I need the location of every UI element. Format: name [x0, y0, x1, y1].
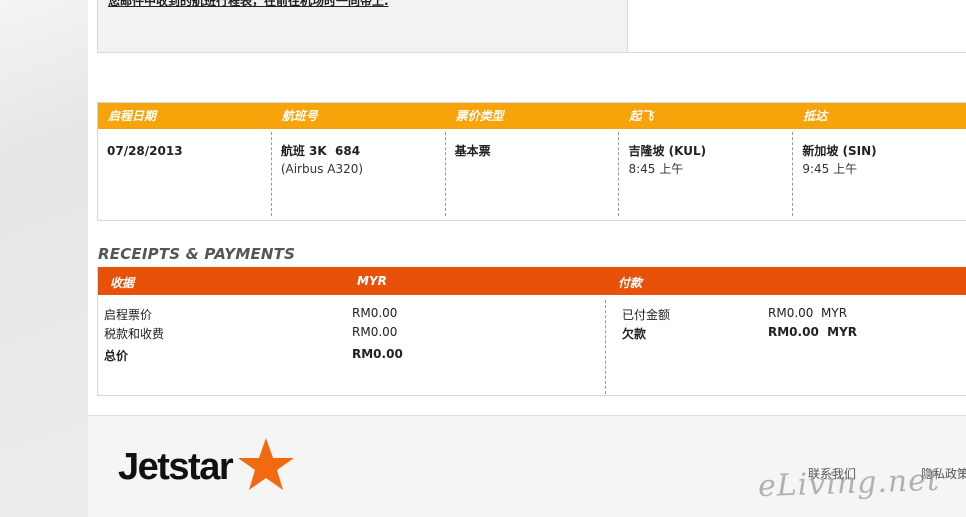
- notice-link[interactable]: 您邮件中收到的航班行程表，在前往机场时一同带上.: [108, 0, 389, 8]
- depart-city: 吉隆坡 (KUL): [628, 144, 707, 158]
- header-arrive: 抵达: [803, 109, 828, 123]
- notice-box: 您邮件中收到的航班行程表，在前往机场时一同带上.: [97, 0, 628, 53]
- due-label: 欠款: [622, 327, 647, 341]
- fare-type: 基本票: [454, 144, 491, 158]
- header-payments: 付款: [618, 276, 643, 290]
- depart-time: 8:45 上午: [628, 162, 684, 176]
- cell-flight: 航班 3K 684 (Airbus A320): [272, 132, 446, 216]
- base-fare-value: RM0.00: [352, 306, 398, 320]
- cell-date: 07/28/2013: [98, 132, 272, 216]
- arrive-city: 新加坡 (SIN): [802, 144, 877, 158]
- cell-fare: 基本票: [446, 132, 620, 216]
- header-receipts: 收据: [110, 276, 135, 290]
- header-fare-type: 票价类型: [455, 109, 504, 123]
- paid-label: 已付金额: [622, 308, 671, 322]
- header-departure-date: 启程日期: [108, 109, 157, 123]
- cell-depart: 吉隆坡 (KUL) 8:45 上午: [619, 132, 794, 216]
- star-icon: [238, 438, 294, 490]
- cell-arrive: 新加坡 (SIN) 9:45 上午: [793, 132, 966, 216]
- base-fare-label: 启程票价: [104, 308, 153, 322]
- receipts-header: 收据 MYR 付款: [98, 267, 966, 295]
- total-value: RM0.00: [352, 347, 403, 361]
- arrive-time: 9:45 上午: [802, 162, 858, 176]
- due-value: RM0.00 MYR: [768, 325, 858, 339]
- flight-table: 启程日期 航班号 票价类型 起飞 抵达 07/28/2013 航班 3K 684…: [97, 102, 966, 221]
- taxes-value: RM0.00: [352, 325, 398, 339]
- receipts-divider: [605, 300, 606, 394]
- paid-value: RM0.00 MYR: [768, 306, 848, 320]
- flight-table-header: 启程日期 航班号 票价类型 起飞 抵达: [98, 103, 966, 129]
- watermark: eLiving.net: [757, 462, 941, 505]
- taxes-label: 税款和收费: [104, 327, 165, 341]
- aircraft-type: (Airbus A320): [280, 162, 364, 176]
- receipts-table: 收据 MYR 付款 启程票价 RM0.00 税款和收费 RM0.00 总价 RM…: [97, 267, 966, 396]
- main-page: 您邮件中收到的航班行程表，在前往机场时一同带上. 启程日期 航班号 票价类型 起…: [88, 0, 966, 517]
- flight-number: 航班 3K 684: [280, 144, 361, 158]
- departure-date: 07/28/2013: [107, 144, 183, 158]
- receipts-body: 启程票价 RM0.00 税款和收费 RM0.00 总价 RM0.00 已付金额 …: [98, 295, 966, 395]
- total-label: 总价: [104, 349, 129, 363]
- page-background-left: [0, 0, 88, 517]
- receipts-payments-title: RECEIPTS & PAYMENTS: [98, 245, 296, 263]
- logo-text: Jetstar: [118, 446, 234, 488]
- header-currency: MYR: [357, 274, 387, 288]
- footer: Jetstar 联系我们 隐私政策 eLiving.net: [88, 416, 966, 517]
- header-flight-number: 航班号: [281, 109, 318, 123]
- table-row: 07/28/2013 航班 3K 684 (Airbus A320) 基本票 吉…: [98, 129, 966, 219]
- notice-right-panel: [626, 0, 966, 53]
- header-depart: 起飞: [629, 109, 654, 123]
